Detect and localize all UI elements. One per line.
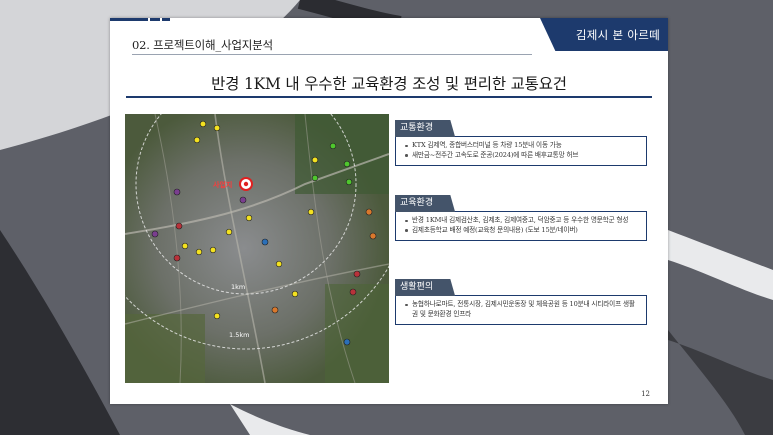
main-heading: 반경 1KM 내 우수한 교육환경 조성 및 편리한 교통요건 [211, 75, 567, 93]
education-box: 반경 1KM내 김제검산초, 김제초, 김제여중고, 덕암중고 등 우수한 명문… [395, 211, 647, 242]
site-map: 1km 1.5km 사업지 [125, 114, 389, 383]
slide: 02. 프로젝트이해_사업지분석 김제시 본 아르떼 반경 1KM 내 우수한 … [110, 18, 668, 404]
section-title-underline [132, 54, 532, 55]
amenities-tab: 생활편의 [395, 279, 456, 296]
ring-label-1km: 1km [231, 283, 245, 291]
transport-block: 교통환경 KTX 김제역, 종합버스터미널 등 차량 15분내 이동 가능 새만… [395, 115, 647, 167]
brand-name: 김제시 본 아르떼 [575, 28, 660, 42]
page-number: 12 [641, 390, 650, 398]
education-tab: 교육환경 [395, 195, 456, 212]
education-block: 교육환경 반경 1KM내 김제검산초, 김제초, 김제여중고, 덕암중고 등 우… [395, 190, 647, 242]
amenities-item: 농협하나로마트, 전통시장, 김제시민운동장 및 체육공원 등 10분내 시티라… [405, 300, 640, 319]
transport-item: KTX 김제역, 종합버스터미널 등 차량 15분내 이동 가능 [405, 141, 640, 151]
ring-label-1-5km: 1.5km [229, 331, 249, 339]
transport-box: KTX 김제역, 종합버스터미널 등 차량 15분내 이동 가능 새만금~전주간… [395, 136, 647, 167]
site-label: 사업지 [213, 180, 232, 189]
amenities-block: 생활편의 농협하나로마트, 전통시장, 김제시민운동장 및 체육공원 등 10분… [395, 274, 647, 326]
transport-item: 새만금~전주간 고속도로 준공(2024)에 따른 배후교통망 허브 [405, 151, 640, 161]
transport-tab: 교통환경 [395, 120, 456, 137]
amenities-box: 농협하나로마트, 전통시장, 김제시민운동장 및 체육공원 등 10분내 시티라… [395, 295, 647, 326]
education-item: 김제초등학교 배정 예정(교육청 문의내용) (도보 15분/네이버) [405, 226, 640, 236]
education-item: 반경 1KM내 김제검산초, 김제초, 김제여중고, 덕암중고 등 우수한 명문… [405, 216, 640, 226]
top-accent-bars [110, 18, 174, 22]
heading-rule [126, 96, 652, 98]
section-title: 02. 프로젝트이해_사업지분석 [132, 38, 273, 52]
